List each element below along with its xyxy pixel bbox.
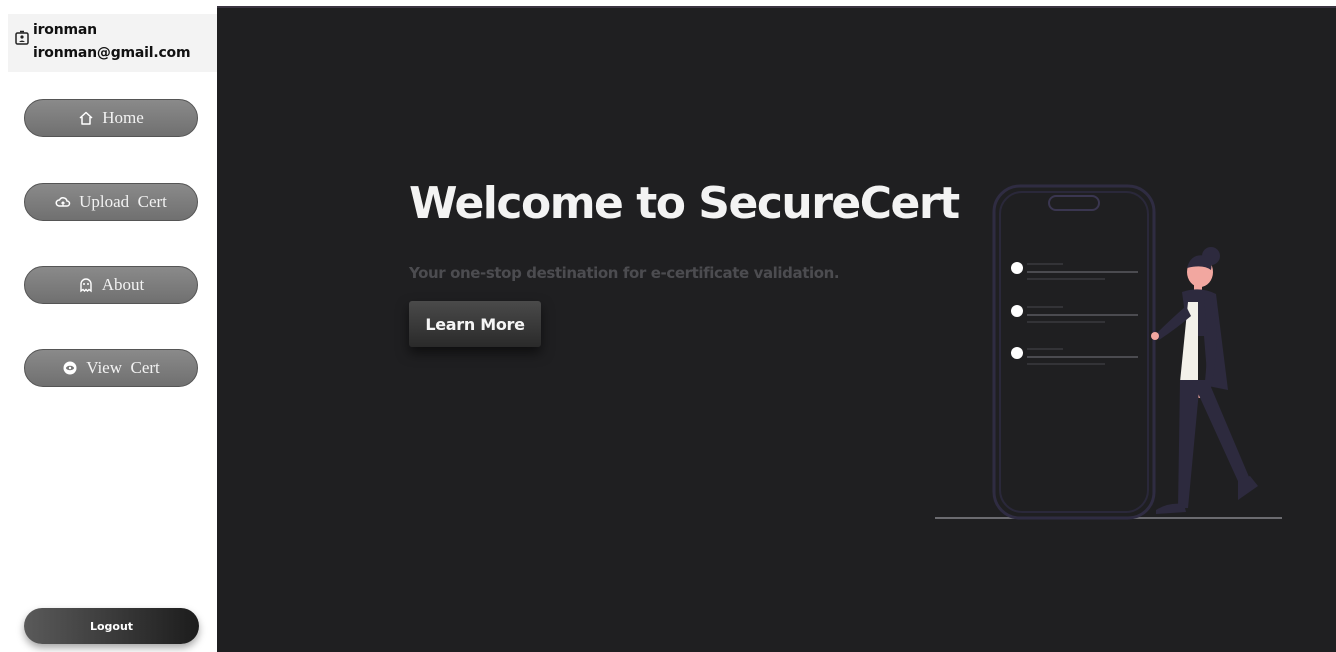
- home-icon: [79, 111, 93, 125]
- user-name: ironman: [33, 22, 97, 38]
- nav-home-label: Home: [102, 108, 144, 127]
- cloud-upload-icon: [55, 197, 71, 207]
- nav-upload-cert-label: Upload Cert: [79, 192, 167, 211]
- woman-figure: [1151, 247, 1258, 514]
- nav-view-cert-button[interactable]: View Cert: [24, 349, 198, 387]
- nav-view-cert-label: View Cert: [86, 358, 160, 377]
- contact-card-icon: [15, 30, 29, 45]
- phone-list-rows: [1011, 262, 1138, 365]
- learn-more-button[interactable]: Learn More: [409, 301, 541, 347]
- sidebar: ironman ironman@gmail.com Home Upload Ce…: [0, 6, 217, 650]
- nav-upload-cert-button[interactable]: Upload Cert: [24, 183, 198, 221]
- nav-about-button[interactable]: About: [24, 266, 198, 304]
- hero-subtitle: Your one-stop destination for e-certific…: [409, 264, 840, 282]
- nav-home-button[interactable]: Home: [24, 99, 198, 137]
- user-email: ironman@gmail.com: [33, 45, 191, 61]
- ghost-icon: [80, 278, 92, 293]
- hero-title: Welcome to SecureCert: [409, 178, 960, 229]
- logout-button[interactable]: Logout: [24, 608, 199, 644]
- eye-badge-icon: [63, 361, 77, 375]
- user-info: ironman ironman@gmail.com: [8, 14, 217, 72]
- phone-woman-illustration: [935, 184, 1282, 520]
- nav-about-label: About: [101, 275, 145, 294]
